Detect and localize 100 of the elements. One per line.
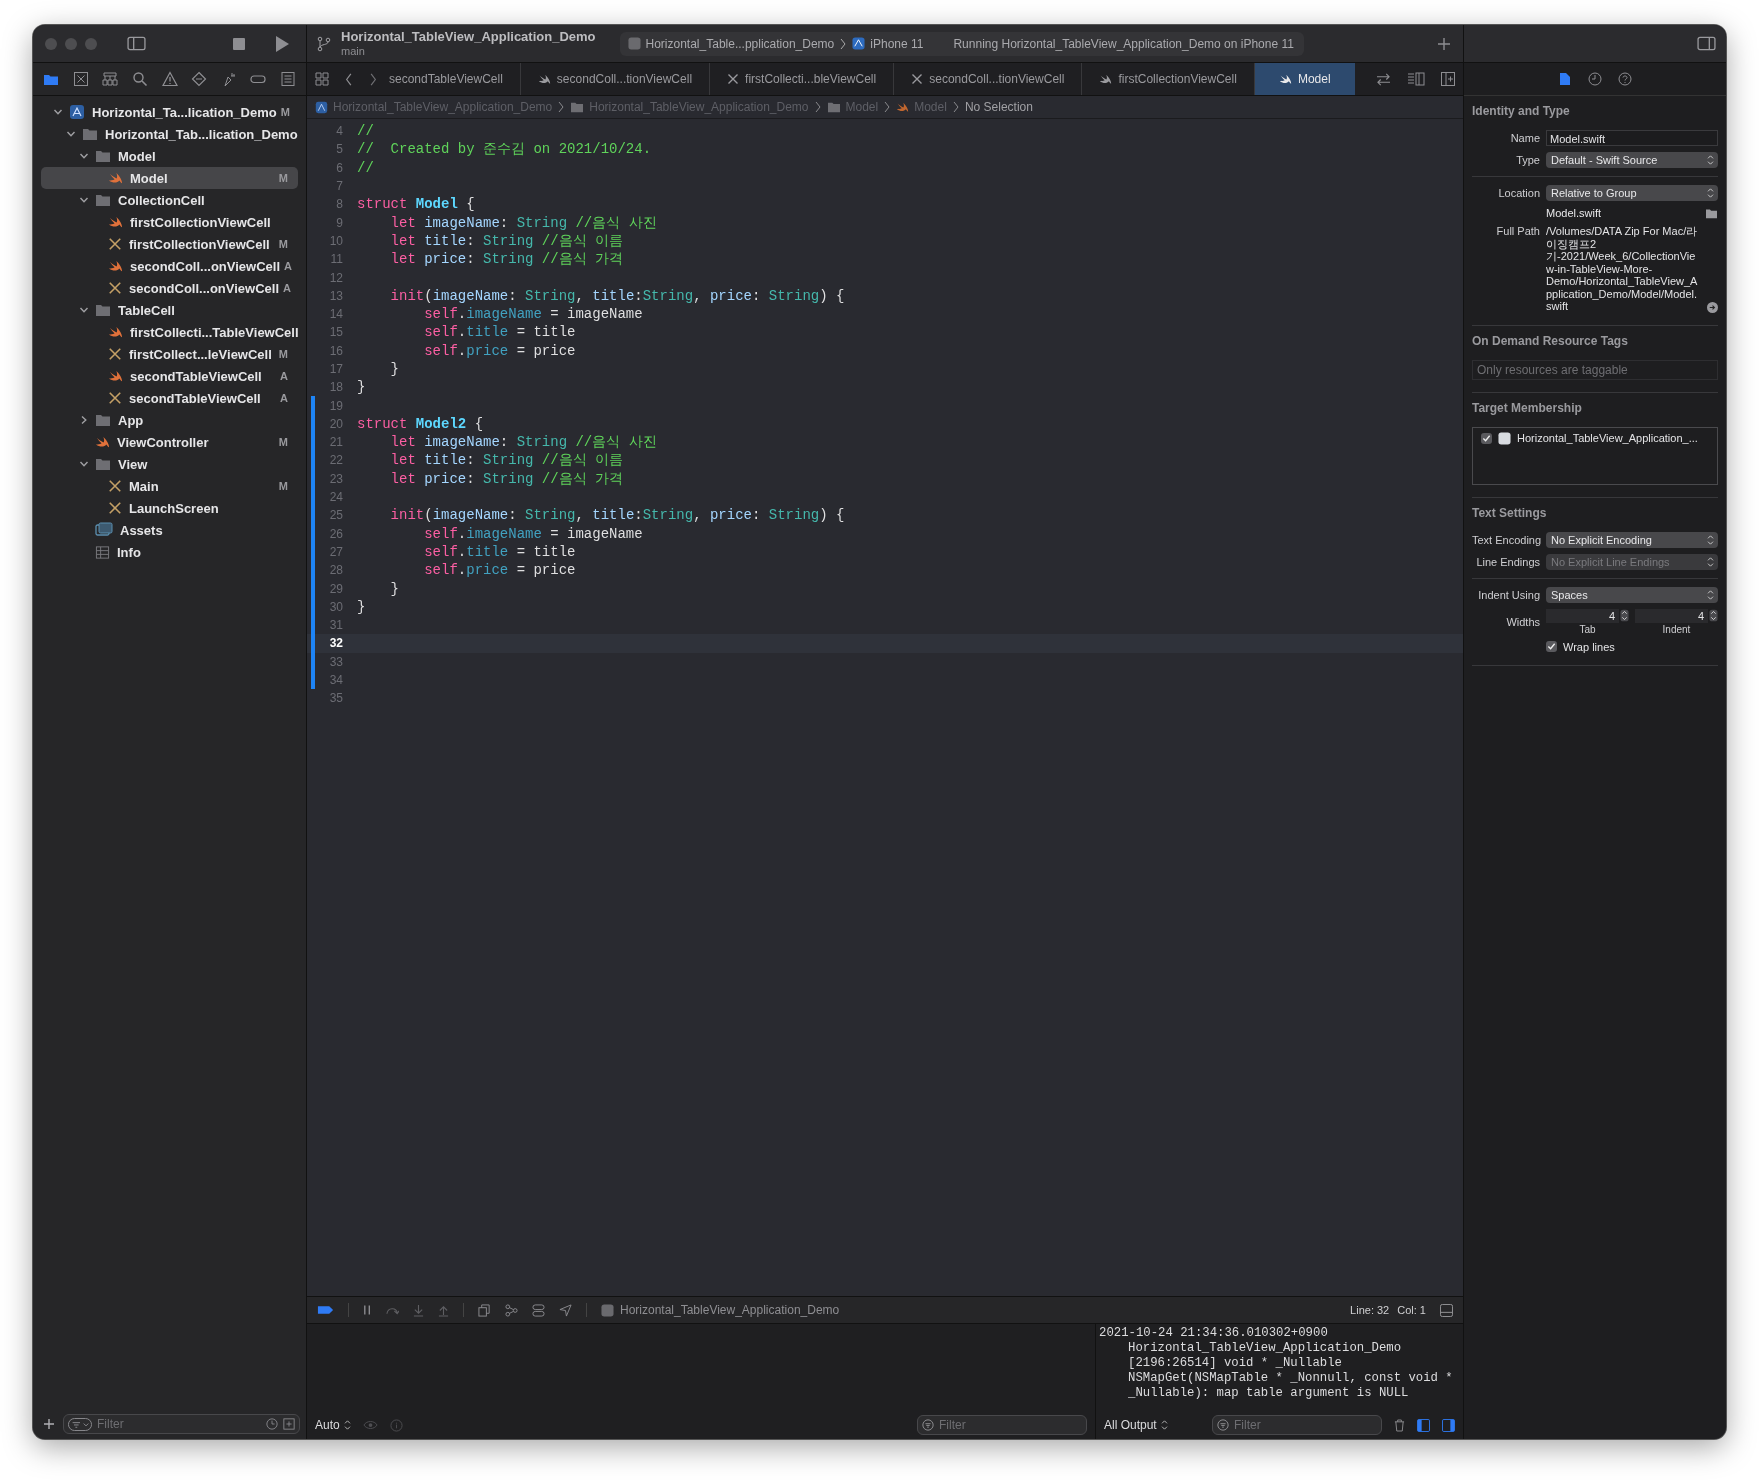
clock-icon[interactable] <box>266 1418 278 1430</box>
grid-icon[interactable] <box>315 72 329 86</box>
file-tree-item[interactable]: secondColl...onViewCell A <box>41 255 298 277</box>
swap-arrows-icon[interactable] <box>1376 72 1391 86</box>
file-tree-item[interactable]: Main M <box>41 475 298 497</box>
stepper-icon[interactable] <box>1709 609 1718 622</box>
trash-icon[interactable] <box>1394 1418 1405 1432</box>
variables-mode-dropdown[interactable]: Auto <box>315 1418 351 1432</box>
pause-icon[interactable] <box>363 1304 372 1316</box>
disclosure-chevron-icon[interactable] <box>79 459 89 469</box>
file-tree-item[interactable]: Assets <box>41 519 298 541</box>
down-arrow-icon[interactable] <box>413 1303 424 1317</box>
lines-panel-icon[interactable] <box>1407 72 1425 86</box>
file-tree-item[interactable]: firstCollect...leViewCell M <box>41 343 298 365</box>
sidebar-toggle-icon[interactable] <box>127 36 146 51</box>
list-icon[interactable] <box>280 71 296 87</box>
search-icon[interactable] <box>131 71 148 87</box>
disclosure-chevron-icon[interactable] <box>79 415 89 425</box>
checkbox-label: Wrap lines <box>1563 640 1615 653</box>
line-number: 14 <box>328 307 343 322</box>
play-icon[interactable] <box>274 34 290 53</box>
split-plus-icon[interactable] <box>1441 72 1455 86</box>
disclosure-chevron-icon[interactable] <box>53 107 63 117</box>
project-title: Horizontal_TableView_Application_Demo <box>341 29 596 44</box>
indent-width-field[interactable]: 4 <box>1635 608 1708 623</box>
stacked-squares-icon[interactable] <box>478 1303 491 1317</box>
file-tree-item[interactable]: secondTableViewCell A <box>41 387 298 409</box>
type-popup[interactable]: Default - Swift Source <box>1546 152 1718 168</box>
plus-icon[interactable] <box>1437 36 1451 51</box>
location-arrow-icon[interactable] <box>559 1303 572 1317</box>
file-tree-item[interactable]: ViewController M <box>41 431 298 453</box>
indent-popup[interactable]: Spaces <box>1546 586 1718 603</box>
code-line: let title: String //음식 이름 <box>389 231 624 250</box>
debug-target[interactable]: Horizontal_TableView_Application_Demo <box>620 1303 840 1317</box>
output-mode-dropdown[interactable]: All Output <box>1104 1418 1168 1432</box>
scheme-selector[interactable]: Horizontal_Table...pplication_Demo <box>627 36 835 51</box>
editor-tab[interactable]: firstCollecti...bleViewCell <box>709 63 894 95</box>
file-tree-item[interactable]: Model M <box>41 167 298 189</box>
sidebar-toggle-icon[interactable] <box>1697 36 1716 51</box>
line-number: 7 <box>335 179 343 194</box>
wrap-lines-checkbox[interactable] <box>1546 641 1557 652</box>
nodes-icon[interactable] <box>505 1303 518 1317</box>
file-tree-item[interactable]: secondColl...onViewCell A <box>41 277 298 299</box>
clock-icon[interactable] <box>1588 72 1602 86</box>
chevron-icon <box>840 37 847 50</box>
disclosure-chevron-icon[interactable] <box>79 195 89 205</box>
editor-tab[interactable]: secondTableViewCell <box>385 63 520 95</box>
file-tree-item[interactable]: firstCollectionViewCell M <box>41 233 298 255</box>
file-name: Horizontal_Ta...lication_Demo <box>92 104 277 120</box>
file-tree-item[interactable]: firstCollecti...TableViewCell <box>41 321 298 343</box>
file-tree-item[interactable]: secondTableViewCell A <box>41 365 298 387</box>
code-line: struct Model2 { <box>357 415 484 432</box>
file-tree-item[interactable]: View <box>41 453 298 475</box>
document-icon[interactable] <box>1558 72 1572 86</box>
help-icon[interactable] <box>1618 72 1632 86</box>
up-arrow-icon[interactable] <box>438 1303 449 1317</box>
device-selector[interactable]: iPhone 11 <box>852 36 924 51</box>
editor-tab[interactable]: secondColl...tionViewCell <box>519 63 710 95</box>
file-tree-item[interactable]: TableCell <box>41 299 298 321</box>
right-panel-icon[interactable] <box>1442 1418 1455 1432</box>
stop-icon[interactable] <box>232 36 246 51</box>
file-tree-item[interactable]: CollectionCell <box>41 189 298 211</box>
name-field[interactable]: Model.swift <box>1546 130 1718 146</box>
hierarchy-icon[interactable] <box>102 71 119 87</box>
file-tree-item[interactable]: Horizontal_Tab...lication_Demo <box>41 123 298 145</box>
diamond-icon[interactable] <box>191 71 208 87</box>
editor-tab[interactable]: Model <box>1253 63 1355 95</box>
disclosure-chevron-icon[interactable] <box>66 129 76 139</box>
square-x-icon[interactable] <box>72 71 89 87</box>
line-number: 16 <box>328 343 343 358</box>
tab-width-field[interactable]: 4 <box>1546 608 1619 623</box>
line-number: 22 <box>328 453 343 468</box>
editor-tab[interactable]: firstCollectionViewCell <box>1081 63 1254 95</box>
setting-popup[interactable]: No Explicit Encoding <box>1546 531 1718 548</box>
disclosure-chevron-icon[interactable] <box>79 305 89 315</box>
file-tree-item[interactable]: App <box>41 409 298 431</box>
file-tree-item[interactable]: Horizontal_Ta...lication_Demo M <box>41 101 298 123</box>
file-tree-item[interactable]: LaunchScreen <box>41 497 298 519</box>
square-plus-icon[interactable] <box>283 1418 295 1430</box>
warning-icon[interactable] <box>161 71 178 87</box>
file-tree-item[interactable]: Info <box>41 541 298 563</box>
folder-icon[interactable] <box>1705 207 1718 219</box>
target-checkbox[interactable] <box>1481 432 1492 444</box>
arrow-circle-icon[interactable] <box>1707 301 1718 313</box>
breakpoint-tag-icon[interactable] <box>317 1305 334 1315</box>
breadcrumb-item[interactable]: No Selection <box>964 100 1033 114</box>
editor-tab[interactable]: secondColl...tionViewCell <box>893 63 1082 95</box>
panel-toggle-icon[interactable] <box>1440 1303 1453 1317</box>
stepper-icon[interactable] <box>1620 609 1629 622</box>
plus-icon[interactable] <box>43 1418 55 1430</box>
filter-options-icon[interactable] <box>68 1417 92 1431</box>
app-project-icon <box>69 104 85 120</box>
disclosure-chevron-icon[interactable] <box>79 151 89 161</box>
branch-icon[interactable] <box>317 35 331 52</box>
location-popup[interactable]: Relative to Group <box>1546 185 1718 201</box>
line-number: 24 <box>328 490 343 505</box>
toggle-switches-icon[interactable] <box>532 1303 545 1317</box>
file-tree-item[interactable]: Model <box>41 145 298 167</box>
file-tree-item[interactable]: firstCollectionViewCell <box>41 211 298 233</box>
left-panel-icon[interactable] <box>1417 1418 1430 1432</box>
